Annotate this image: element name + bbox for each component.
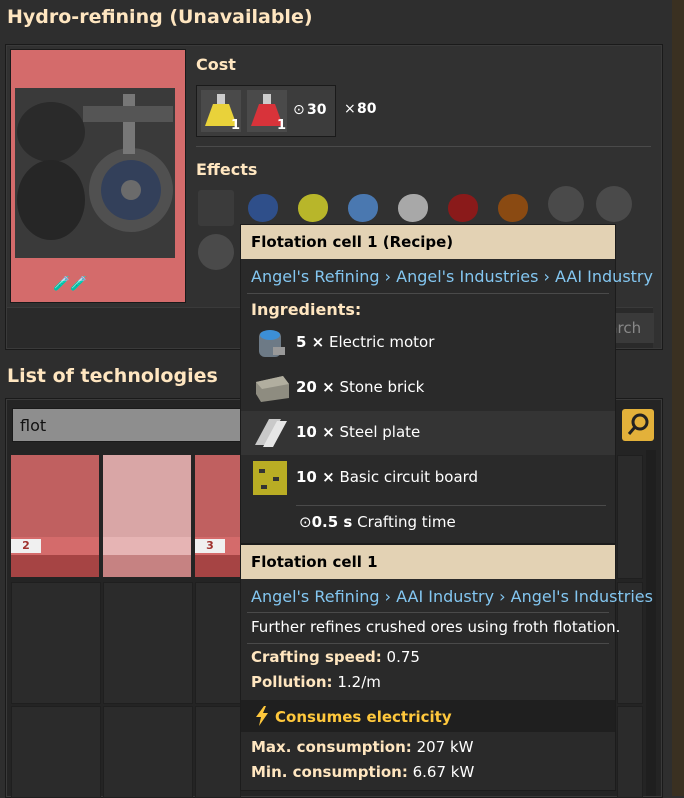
ingredient-row: 10 × Steel plate — [241, 411, 615, 455]
ingredient-amount: 10 × — [296, 468, 335, 486]
min-consumption: Min. consumption: 6.67 kW — [251, 763, 474, 781]
pollution: Pollution: 1.2/m — [251, 673, 381, 691]
divider — [247, 643, 609, 644]
tech-card[interactable]: 3 — [195, 455, 241, 577]
recipe-tooltip-title: Flotation cell 1 (Recipe) — [241, 225, 615, 259]
technology-image[interactable]: 🧪🧪 — [10, 49, 186, 303]
ingredients-label: Ingredients: — [251, 300, 362, 319]
entity-mod-path: Angel's Refining › AAI Industry › Angel'… — [251, 587, 653, 606]
cost-item-count: 1 — [231, 118, 241, 133]
science-packs-icon — [195, 555, 241, 577]
min-consumption-value: 6.67 kW — [412, 763, 475, 781]
divider — [247, 293, 609, 294]
cost-item-1[interactable]: 1 — [201, 90, 241, 133]
cost-item-count: 1 — [277, 118, 287, 133]
empty-slot — [617, 706, 643, 798]
cost-time: 30 — [307, 102, 327, 118]
empty-slot — [617, 455, 643, 579]
blue-ore-icon[interactable] — [248, 194, 278, 222]
crafting-time-value: 0.5 s — [311, 513, 353, 531]
ingredient-row: 5 × Electric motor — [241, 321, 615, 365]
background-edge — [672, 0, 684, 796]
flotation-tech-icon — [11, 455, 99, 537]
required-science-packs-icon: 🧪🧪 — [53, 276, 88, 292]
ingredient-amount: 10 × — [296, 423, 335, 441]
empty-slot — [11, 706, 101, 798]
ingredient-amount: 20 × — [296, 378, 335, 396]
tech-card[interactable] — [103, 455, 191, 577]
max-consumption-label: Max. consumption: — [251, 738, 412, 756]
hydro-refinery-icon — [15, 88, 175, 258]
divider — [247, 612, 609, 613]
entity-description: Further refines crushed ores using froth… — [251, 618, 621, 636]
tech-level: 3 — [195, 539, 225, 553]
effects-row — [196, 186, 646, 230]
flotation-tech-icon — [195, 455, 241, 537]
yellow-ore-icon[interactable] — [298, 194, 328, 222]
pollution-label: Pollution: — [251, 673, 333, 691]
crafting-speed-value: 0.75 — [386, 648, 420, 666]
divider — [296, 505, 606, 506]
tech-card[interactable]: 2 — [11, 455, 99, 577]
cost-box: 1 1 ⊙ 30 — [196, 85, 336, 137]
science-packs-icon — [11, 555, 99, 577]
max-consumption-value: 207 kW — [416, 738, 474, 756]
search-icon — [627, 413, 649, 435]
clock-icon: ⊙ — [299, 513, 312, 531]
stone-brick-icon — [256, 376, 289, 402]
crafting-time-label: Crafting time — [357, 513, 456, 531]
ingredient-name: Steel plate — [339, 423, 421, 441]
light-blue-ore-icon[interactable] — [348, 194, 378, 222]
crusher-icon[interactable] — [548, 186, 584, 222]
window-title: Hydro-refining (Unavailable) — [7, 6, 313, 28]
entity-tooltip-title: Flotation cell 1 — [241, 545, 615, 579]
empty-slot — [195, 706, 241, 798]
empty-slot — [11, 582, 101, 704]
cost-label: Cost — [196, 55, 236, 74]
ingredient-name: Stone brick — [339, 378, 425, 396]
clock-icon: ⊙ — [293, 102, 305, 118]
crafting-speed-label: Crafting speed: — [251, 648, 382, 666]
ingredient-amount: 5 × — [296, 333, 325, 351]
empty-slot — [103, 582, 193, 704]
recipe-mod-path: Angel's Refining › Angel's Industries › … — [251, 267, 653, 286]
tech-list-title: List of technologies — [7, 365, 218, 387]
empty-slot — [103, 706, 193, 798]
ingredient-name: Electric motor — [329, 333, 435, 351]
ingredient-row: 10 × Basic circuit board — [241, 456, 615, 500]
red-ore-icon[interactable] — [448, 194, 478, 222]
flotation-tech-icon — [103, 455, 191, 537]
crafting-time: ⊙0.5 s Crafting time — [299, 513, 456, 531]
tech-level: 2 — [11, 539, 41, 553]
science-packs-icon — [103, 555, 191, 577]
ingredient-row: 20 × Stone brick — [241, 366, 615, 410]
cost-multiplier: 80 — [357, 101, 377, 117]
tech-search-value: flot — [20, 416, 47, 435]
electricity-label: Consumes electricity — [275, 708, 452, 726]
electric-motor-icon — [259, 330, 285, 357]
grey-ore-icon[interactable] — [398, 194, 428, 222]
ingredient-name: Basic circuit board — [339, 468, 479, 486]
electricity-header: Consumes electricity — [241, 700, 615, 732]
crusher-yellow-icon[interactable] — [596, 186, 632, 222]
min-consumption-label: Min. consumption: — [251, 763, 408, 781]
basic-circuit-board-icon — [253, 461, 287, 495]
divider — [196, 146, 651, 147]
steel-plate-icon — [255, 419, 287, 447]
flotation-cell-icon[interactable] — [198, 190, 234, 226]
empty-slot — [195, 582, 241, 704]
multiply-icon: × — [344, 101, 356, 117]
brown-ore-icon[interactable] — [498, 194, 528, 222]
crafting-speed: Crafting speed: 0.75 — [251, 648, 420, 666]
crusher-blue-icon[interactable] — [198, 234, 234, 270]
scrollbar[interactable] — [646, 450, 656, 796]
cost-item-2[interactable]: 1 — [247, 90, 287, 133]
effects-label: Effects — [196, 160, 258, 179]
search-button[interactable] — [622, 409, 654, 441]
lightning-icon — [256, 706, 268, 726]
pollution-value: 1.2/m — [337, 673, 381, 691]
max-consumption: Max. consumption: 207 kW — [251, 738, 474, 756]
